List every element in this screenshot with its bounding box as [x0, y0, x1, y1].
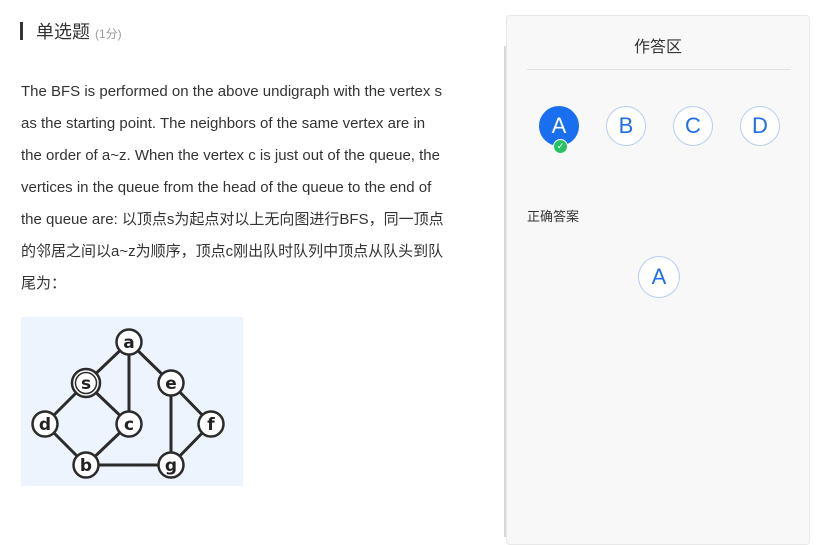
vertex-label: a [123, 333, 134, 353]
graph-edges [43, 340, 213, 467]
stem-line: vertices in the queue from the head of t… [21, 179, 432, 196]
correct-answer-label: 正确答案 [527, 209, 580, 224]
vertex-f: f [197, 410, 225, 438]
vertex-label: f [207, 415, 215, 435]
panel-divider [527, 69, 791, 70]
question-score: (1分) [95, 27, 122, 41]
header-bar [20, 22, 23, 40]
vertex-g: g [157, 451, 185, 479]
question-type: 单选题 [36, 22, 90, 42]
vertex-e: e [157, 369, 185, 397]
stem-line: The BFS is performed on the above undigr… [21, 83, 443, 100]
stem-line: as the starting point. The neighbors of … [21, 115, 426, 132]
option-label: D [752, 113, 768, 138]
vertex-label: c [124, 415, 134, 435]
question-stem: The BFS is performed on the above undigr… [21, 76, 481, 300]
question-header: 单选题 (1分) [20, 18, 122, 44]
stem-line: the queue are: 以顶点s为起点对以上无向图进行BFS，同一顶点 [21, 211, 444, 228]
vertex-label: d [39, 415, 51, 435]
stem-line: 的邻居之间以a~z为顺序，顶点c刚出队时队列中顶点从队头到队 [21, 243, 444, 260]
option-label: A [551, 113, 567, 138]
answer-panel-title: 作答区 [633, 39, 682, 56]
option-b-button[interactable]: B [606, 106, 646, 146]
correct-answer-value: A [651, 264, 667, 289]
stem-line: 尾为： [21, 275, 67, 292]
vertex-label: g [165, 456, 177, 476]
vertex-b: b [72, 451, 100, 479]
option-label: C [685, 113, 701, 138]
stem-line: the order of a~z. When the vertex c is j… [21, 147, 440, 164]
vertex-a: a [115, 328, 143, 356]
vertex-d: d [31, 410, 59, 438]
vertex-c: c [115, 410, 143, 438]
vertex-label: b [80, 456, 92, 476]
option-c-button[interactable]: C [673, 106, 713, 146]
vertex-label: e [165, 374, 177, 394]
vertex-label: s [81, 374, 91, 394]
check-icon: ✓ [553, 139, 568, 154]
graph-diagram: a s e d c f b g [31, 328, 225, 479]
correct-answer-badge: A [638, 256, 680, 298]
option-label: B [618, 113, 634, 138]
vertex-s: s [70, 367, 102, 399]
answer-panel: 作答区 A ✓ B C D 正确答案 A [506, 15, 810, 545]
option-d-button[interactable]: D [740, 106, 780, 146]
graph-figure: a s e d c f b g [21, 317, 243, 486]
option-a-button[interactable]: A ✓ [539, 106, 579, 154]
